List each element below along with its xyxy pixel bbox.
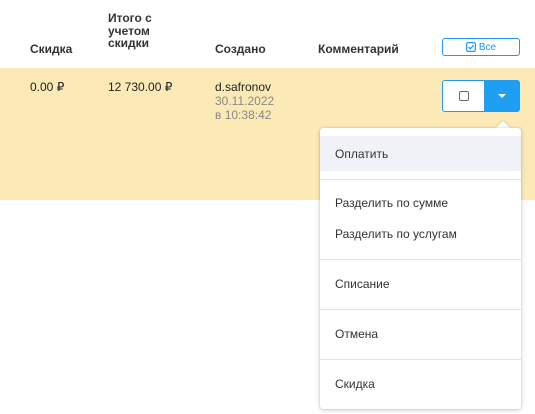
menu-divider bbox=[320, 309, 521, 310]
header-line: скидки bbox=[108, 36, 150, 50]
select-all-label: Все bbox=[478, 41, 497, 53]
row-action-split-button bbox=[442, 80, 520, 112]
menu-divider bbox=[320, 359, 521, 360]
menu-item-cancel[interactable]: Отмена bbox=[320, 327, 521, 341]
menu-divider bbox=[320, 259, 521, 260]
header-line: Итого с bbox=[108, 11, 152, 25]
dropdown-pointer bbox=[496, 121, 510, 128]
actions-dropdown-toggle[interactable] bbox=[484, 80, 520, 112]
column-header-created[interactable]: Создано bbox=[215, 43, 266, 55]
cell-total-with-discount: 12 730.00 ₽ bbox=[108, 80, 173, 94]
created-by: d.safronov bbox=[215, 80, 272, 94]
menu-item-pay[interactable]: Оплатить bbox=[320, 136, 521, 171]
column-header-comment[interactable]: Комментарий bbox=[318, 43, 399, 55]
column-header-discount[interactable]: Скидка bbox=[30, 43, 72, 55]
actions-dropdown-menu: Оплатить Разделить по сумме Разделить по… bbox=[320, 128, 521, 409]
menu-item-split-by-services[interactable]: Разделить по услугам bbox=[320, 227, 521, 241]
caret-down-icon bbox=[498, 94, 506, 98]
column-header-total-with-discount[interactable]: Итого с учетом скидки bbox=[108, 12, 152, 50]
checkbox-icon bbox=[458, 91, 469, 101]
checkbox-checked-icon bbox=[465, 42, 476, 52]
created-time: в 10:38:42 bbox=[215, 108, 272, 122]
page: Скидка Итого с учетом скидки Создано Ком… bbox=[0, 0, 535, 414]
menu-divider bbox=[320, 179, 521, 180]
cell-discount: 0.00 ₽ bbox=[30, 80, 65, 94]
menu-item-discount[interactable]: Скидка bbox=[320, 377, 521, 391]
menu-item-split-by-amount[interactable]: Разделить по сумме bbox=[320, 196, 521, 210]
created-date: 30.11.2022 bbox=[215, 94, 275, 108]
select-all-button[interactable]: Все bbox=[442, 38, 520, 56]
row-select-checkbox[interactable] bbox=[442, 80, 484, 112]
cell-created: d.safronov 30.11.2022 в 10:38:42 bbox=[215, 80, 274, 122]
menu-item-write-off[interactable]: Списание bbox=[320, 277, 521, 291]
